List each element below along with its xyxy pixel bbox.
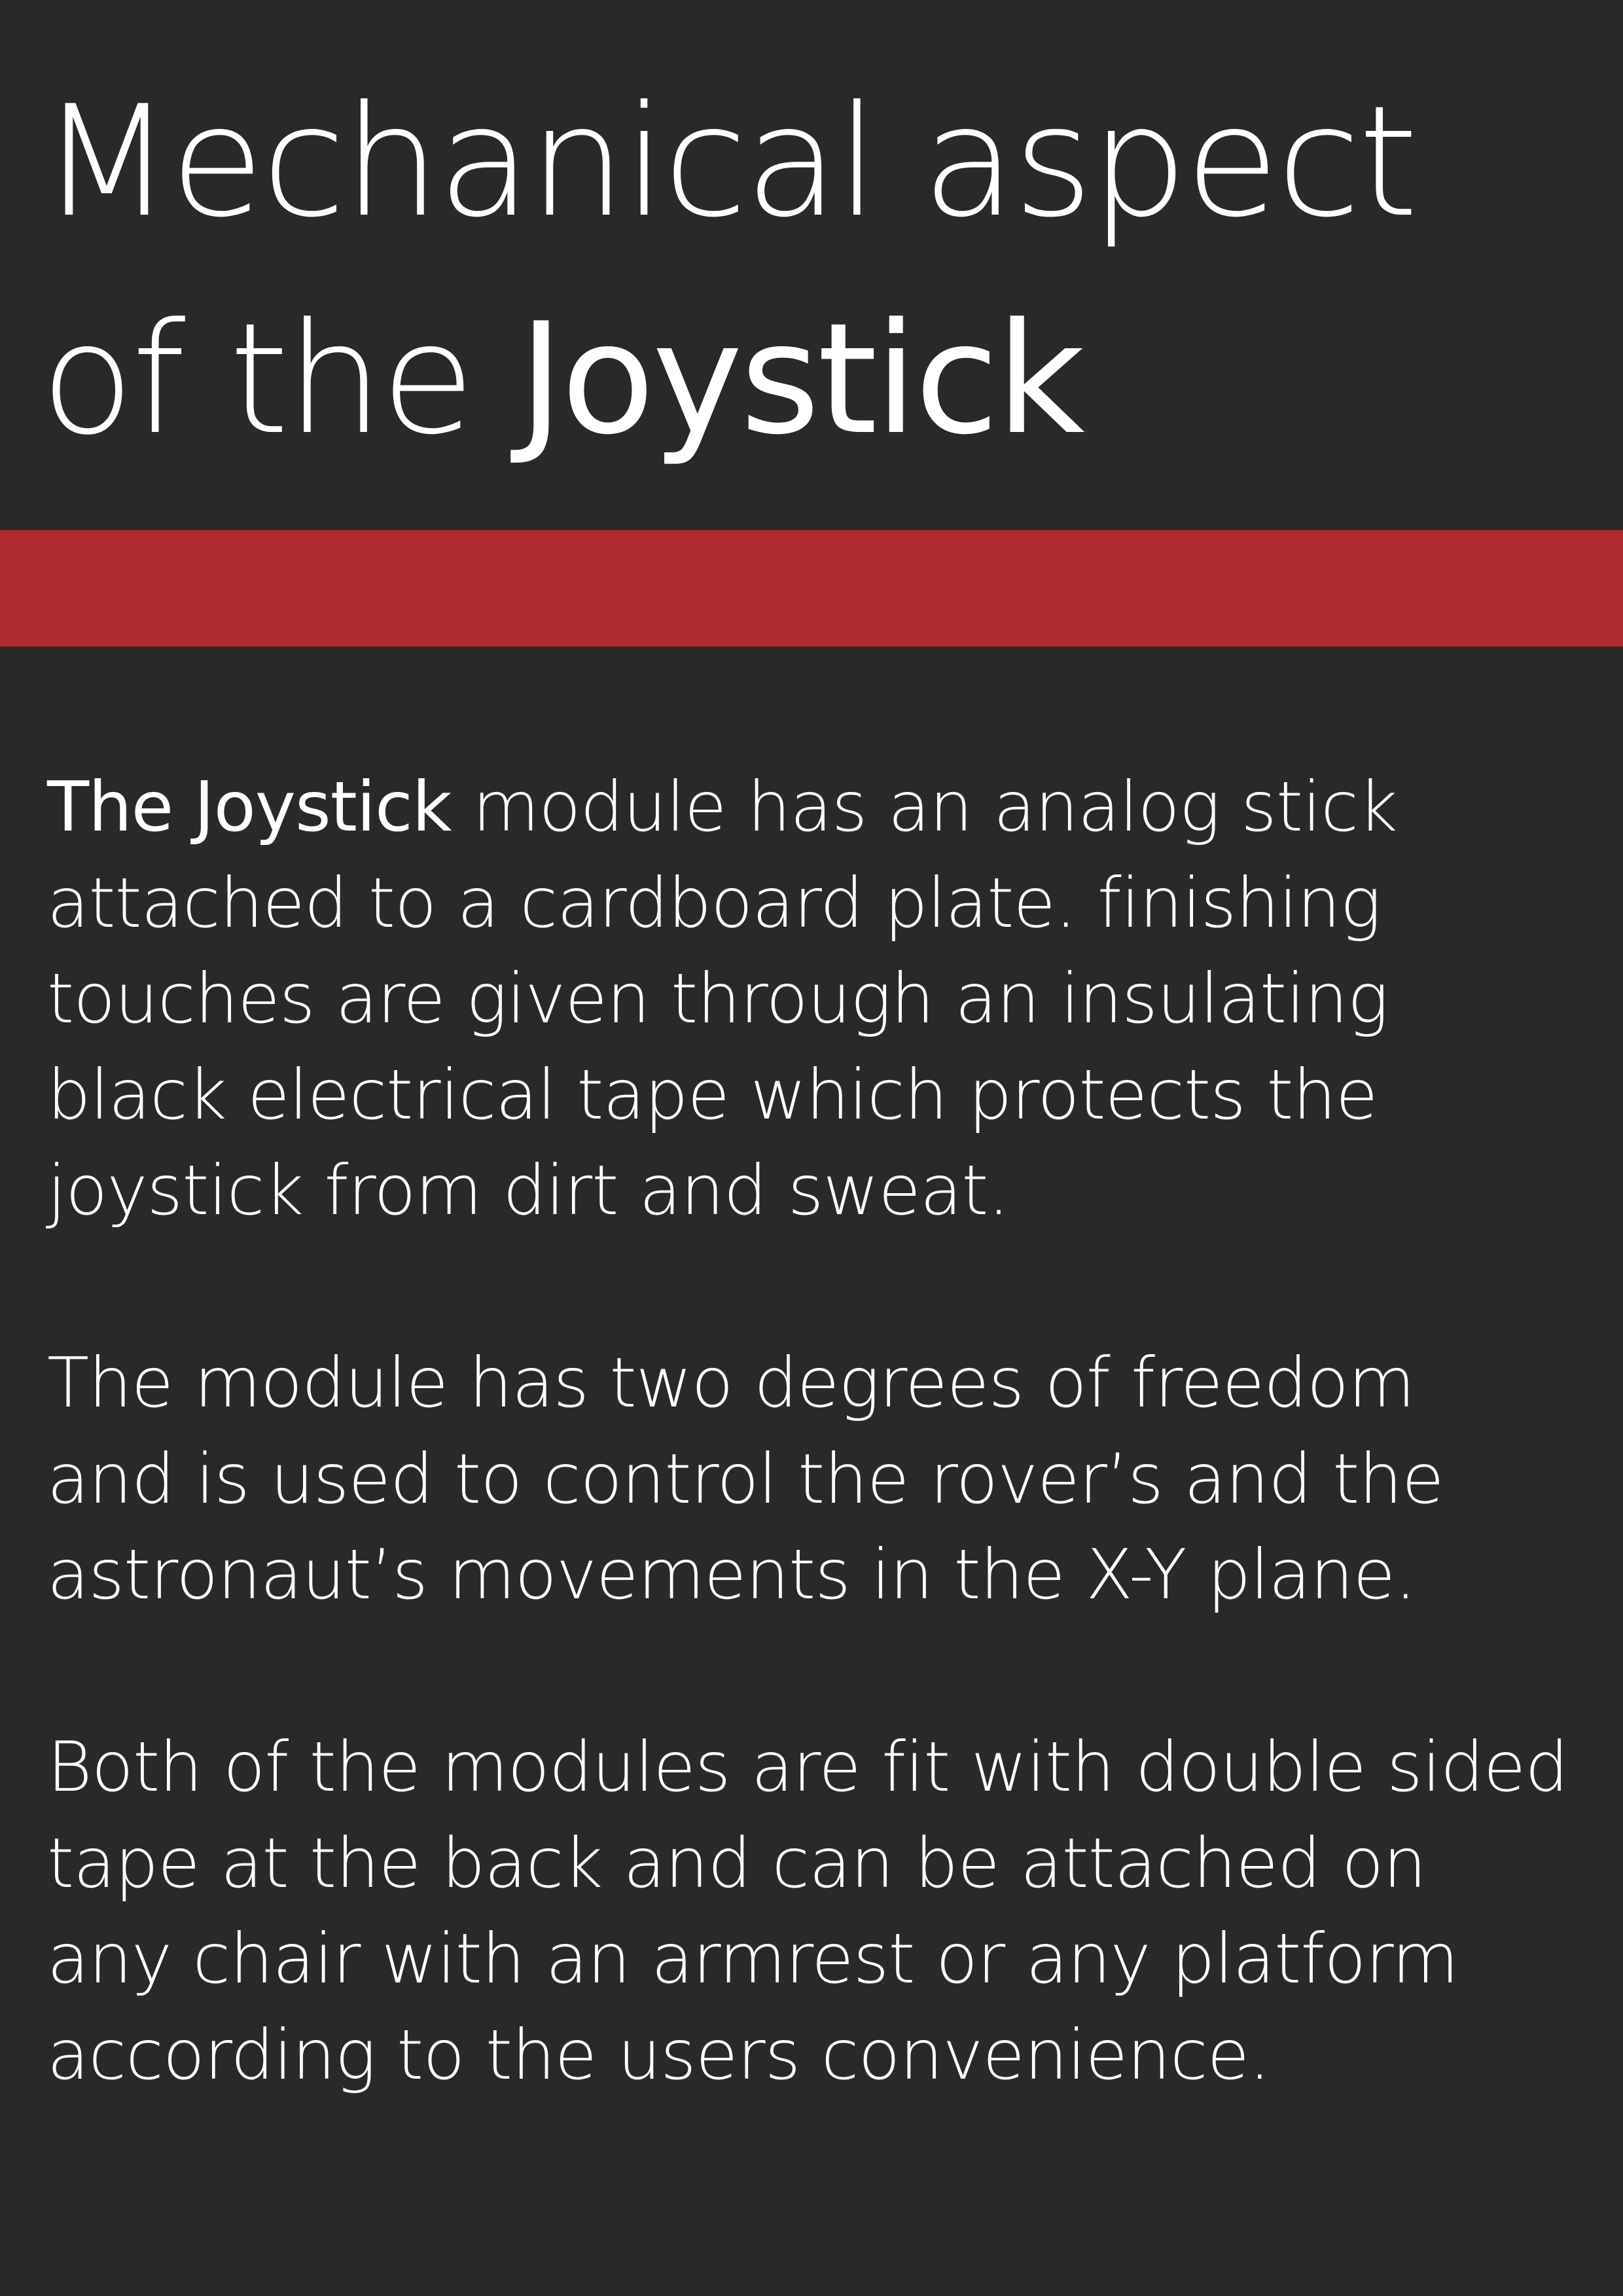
paragraph-line: black electrical tape which protects the <box>47 1054 1378 1135</box>
paragraph-line: according to the users convenience. <box>47 2015 1271 2095</box>
paragraph-intro: The Joystick module has an analog stick … <box>47 759 1398 1239</box>
paragraph-line: tape at the back and can be attached on <box>47 1823 1427 1903</box>
paragraph-line: joystick from dirt and sweat. <box>47 1151 1010 1230</box>
paragraph-line: The Joystick module has an analog stick <box>47 759 1398 855</box>
paragraph-line: any chair with an armrest or any platfor… <box>47 1919 1459 1999</box>
title-line-2-prefix: of the <box>41 291 519 469</box>
paragraph-line: astronaut’s movements in the X-Y plane. <box>47 1535 1416 1615</box>
page-title: Mechanical aspect of the Joystick <box>41 54 1418 488</box>
paragraph-line: Both of the modules are fit with double … <box>47 1727 1569 1807</box>
paragraph-lead: The Joystick <box>47 767 452 847</box>
accent-band <box>0 530 1623 647</box>
paragraph-line: touches are given through an insulating <box>47 959 1389 1039</box>
paragraph-line: and is used to control the rover’s and t… <box>47 1439 1444 1519</box>
title-emphasis: Joystick <box>518 291 1084 469</box>
paragraph-line: attached to a cardboard plate. finishing <box>47 863 1382 943</box>
paragraph-mounting: Both of the modules are fit with double … <box>47 1719 1569 2103</box>
title-line-2: of the Joystick <box>41 271 1416 488</box>
paragraph-freedom: The module has two degrees of freedom an… <box>47 1335 1444 1623</box>
paragraph-line: The module has two degrees of freedom <box>47 1343 1415 1423</box>
paragraph-text: module has an analog stick <box>451 767 1398 847</box>
title-line-1: Mechanical aspect <box>41 73 1418 251</box>
